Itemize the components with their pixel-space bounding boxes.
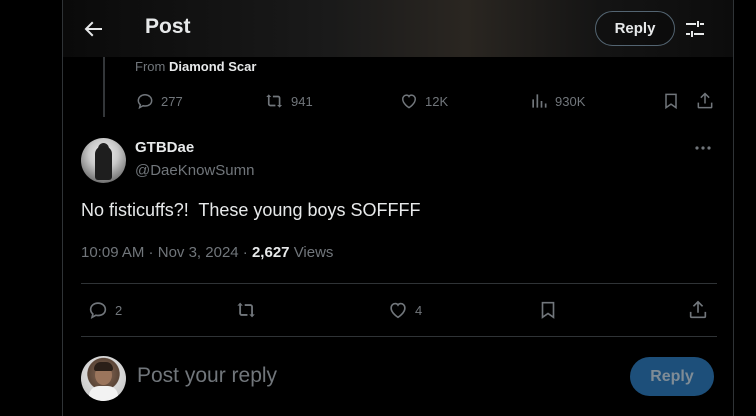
analytics-icon: [532, 94, 547, 108]
header-bar: Post Reply: [63, 0, 733, 57]
from-prefix: From: [135, 59, 166, 74]
page-title: Post: [145, 15, 191, 38]
views-label: Views: [293, 244, 334, 261]
parent-reply-count: 277: [161, 93, 183, 109]
avatar-figure: [95, 146, 112, 180]
source-attribution: From Diamond Scar: [135, 59, 256, 74]
meta-separator: ·: [144, 244, 158, 261]
user-avatar[interactable]: [81, 356, 126, 401]
sliders-button[interactable]: [683, 17, 707, 41]
sliders-icon: [686, 21, 704, 37]
parent-action-bar: 277 941 12K 930K: [63, 86, 733, 116]
header-reply-button[interactable]: Reply: [595, 11, 675, 46]
repost-icon: [237, 302, 255, 318]
repost-button[interactable]: [236, 299, 264, 321]
parent-like-button[interactable]: 12K: [399, 91, 448, 111]
bookmark-button[interactable]: [537, 299, 559, 321]
heart-icon: [390, 302, 406, 319]
like-count: 4: [415, 302, 423, 318]
parent-repost-count: 941: [291, 93, 313, 109]
source-name[interactable]: Diamond Scar: [169, 59, 256, 74]
like-button[interactable]: 4: [387, 299, 422, 321]
post-text: No fisticuffs?! These young boys SOFFFF: [81, 200, 421, 220]
post-date[interactable]: Nov 3, 2024: [158, 244, 239, 261]
bookmark-icon: [541, 301, 555, 319]
divider: [81, 283, 717, 284]
reply-submit-button[interactable]: Reply: [630, 357, 714, 396]
divider: [81, 336, 717, 337]
reply-button[interactable]: 2: [87, 299, 122, 321]
heart-icon: [401, 94, 417, 109]
reply-input[interactable]: Post your reply: [137, 364, 277, 388]
parent-repost-button[interactable]: 941: [265, 91, 313, 111]
post-meta: 10:09 AM · Nov 3, 2024 · 2,627 Views: [81, 244, 333, 261]
more-options-button[interactable]: [693, 138, 713, 158]
parent-bookmark-button[interactable]: [661, 91, 681, 111]
avatar[interactable]: [81, 138, 126, 183]
author-handle[interactable]: @DaeKnowSumn: [135, 162, 254, 179]
post-action-bar: 2 4: [63, 297, 733, 325]
parent-share-button[interactable]: [695, 91, 715, 111]
parent-view-count: 930K: [555, 93, 586, 109]
back-button[interactable]: [81, 17, 105, 41]
post-column: Post Reply From Diamond Scar 277 941 12K…: [62, 0, 734, 416]
arrow-left-icon: [84, 21, 102, 37]
share-icon: [697, 92, 713, 109]
parent-like-count: 12K: [425, 93, 449, 109]
reply-icon: [89, 302, 107, 319]
more-icon: [695, 146, 711, 150]
post-time[interactable]: 10:09 AM: [81, 244, 144, 261]
avatar-body: [89, 386, 118, 401]
parent-views[interactable]: 930K: [529, 91, 585, 111]
reply-icon: [137, 93, 153, 110]
share-icon: [689, 300, 707, 319]
repost-icon: [266, 94, 283, 108]
bookmark-icon: [665, 93, 677, 110]
avatar-hair: [94, 362, 113, 371]
view-count: 2,627: [251, 244, 290, 261]
meta-separator: ·: [238, 244, 252, 261]
share-button[interactable]: [687, 299, 709, 321]
author-name[interactable]: GTBDae: [135, 139, 194, 156]
parent-reply-button[interactable]: 277: [135, 91, 183, 111]
reply-count: 2: [115, 302, 123, 318]
